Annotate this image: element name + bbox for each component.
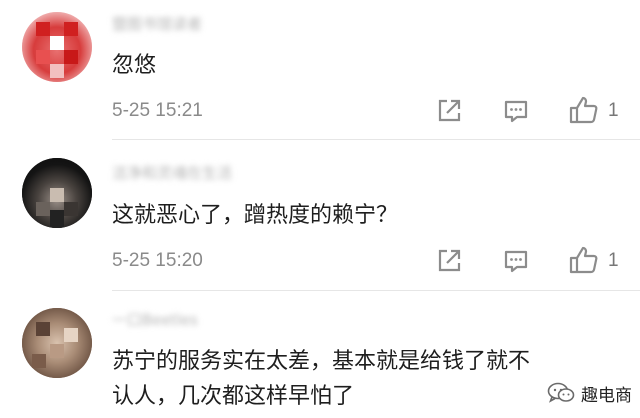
timestamp: 5-25 15:21 bbox=[112, 100, 203, 121]
comment-text-line: 苏宁的服务实在太差，基本就是给钱了就不 bbox=[112, 349, 531, 374]
like-count: 1 bbox=[608, 100, 619, 121]
comment-item: 洁净和灵魂在生活 这就恶心了，蹭热度的赖宁？ 5-25 15:20 1 bbox=[0, 140, 640, 291]
like-icon[interactable] bbox=[569, 246, 599, 274]
comment-icon[interactable] bbox=[503, 248, 529, 274]
avatar[interactable] bbox=[22, 308, 92, 378]
like-count: 1 bbox=[608, 250, 619, 271]
watermark: 趣电商 bbox=[547, 378, 632, 408]
avatar[interactable] bbox=[22, 12, 92, 82]
username[interactable]: 暨图书馆读者 bbox=[112, 14, 202, 34]
comment-text-line: 认人，几次都这样早怕了 bbox=[112, 384, 355, 409]
comment-icon[interactable] bbox=[503, 98, 529, 124]
like-icon[interactable] bbox=[569, 96, 599, 124]
comment-text: 苏宁的服务实在太差，基本就是给钱了就不 认人，几次都这样早怕了 bbox=[112, 344, 612, 414]
wechat-icon bbox=[547, 382, 575, 403]
username[interactable]: 洁净和灵魂在生活 bbox=[112, 163, 232, 183]
share-icon[interactable] bbox=[436, 248, 462, 274]
avatar[interactable] bbox=[22, 158, 92, 228]
share-icon[interactable] bbox=[436, 98, 462, 124]
comment-text: 忽悠 bbox=[112, 53, 157, 78]
watermark-text: 趣电商 bbox=[581, 385, 632, 406]
timestamp: 5-25 15:20 bbox=[112, 250, 203, 271]
comment-item: 暨图书馆读者 忽悠 5-25 15:21 1 bbox=[0, 0, 640, 140]
comment-item: 一口Beetles 苏宁的服务实在太差，基本就是给钱了就不 认人，几次都这样早怕… bbox=[0, 290, 640, 418]
comment-text: 这就恶心了，蹭热度的赖宁？ bbox=[112, 203, 399, 228]
username[interactable]: 一口Beetles bbox=[112, 310, 198, 330]
